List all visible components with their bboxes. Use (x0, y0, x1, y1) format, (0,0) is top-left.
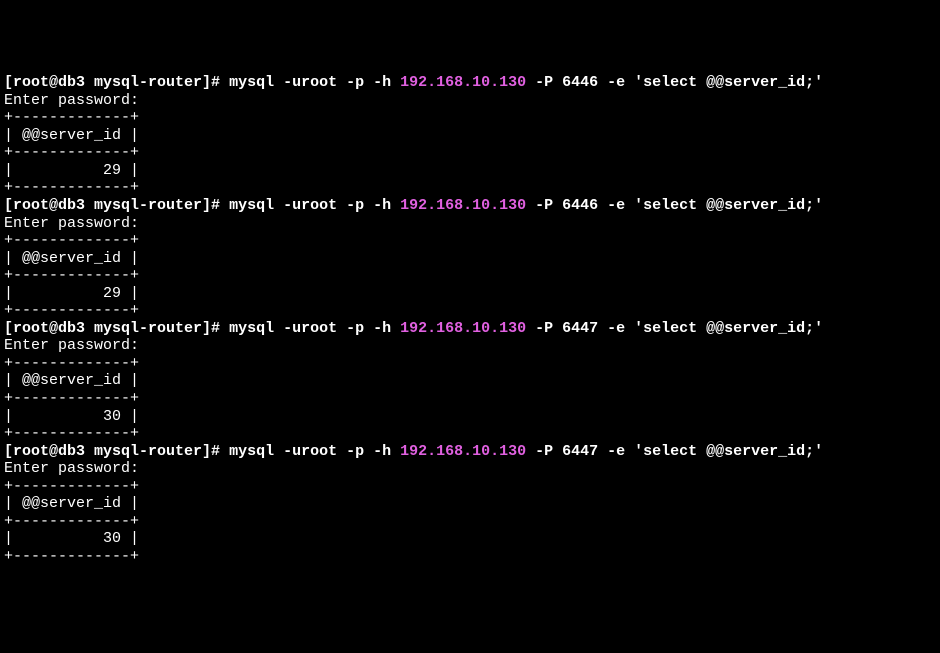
table-border: +-------------+ (4, 513, 139, 530)
ip-address: 192.168.10.130 (400, 320, 526, 337)
terminal-output: [root@db3 mysql-router]# mysql -uroot -p… (4, 74, 936, 565)
cmd-before-ip: mysql -uroot -p -h (229, 197, 400, 214)
ip-address: 192.168.10.130 (400, 197, 526, 214)
table-border: +-------------+ (4, 232, 139, 249)
table-border: +-------------+ (4, 267, 139, 284)
password-prompt: Enter password: (4, 337, 139, 354)
prompt-user-host: root@db3 mysql-router (13, 74, 202, 91)
table-value: | 30 | (4, 408, 139, 425)
prompt-close: ]# (202, 320, 229, 337)
table-border: +-------------+ (4, 355, 139, 372)
cmd-before-ip: mysql -uroot -p -h (229, 443, 400, 460)
table-border: +-------------+ (4, 302, 139, 319)
cmd-before-ip: mysql -uroot -p -h (229, 320, 400, 337)
block-2: [root@db3 mysql-router]# mysql -uroot -p… (4, 320, 823, 442)
prompt-close: ]# (202, 74, 229, 91)
prompt-close: ]# (202, 197, 229, 214)
prompt-open: [ (4, 320, 13, 337)
table-border: +-------------+ (4, 390, 139, 407)
prompt-user-host: root@db3 mysql-router (13, 320, 202, 337)
table-header: | @@server_id | (4, 495, 139, 512)
table-header: | @@server_id | (4, 250, 139, 267)
prompt-open: [ (4, 197, 13, 214)
block-3: [root@db3 mysql-router]# mysql -uroot -p… (4, 443, 823, 565)
block-1: [root@db3 mysql-router]# mysql -uroot -p… (4, 197, 823, 319)
cmd-before-ip: mysql -uroot -p -h (229, 74, 400, 91)
table-header: | @@server_id | (4, 127, 139, 144)
cmd-after-ip: -P 6447 -e 'select @@server_id;' (526, 320, 823, 337)
table-value: | 30 | (4, 530, 139, 547)
cmd-after-ip: -P 6446 -e 'select @@server_id;' (526, 197, 823, 214)
cmd-after-ip: -P 6447 -e 'select @@server_id;' (526, 443, 823, 460)
table-header: | @@server_id | (4, 372, 139, 389)
table-value: | 29 | (4, 285, 139, 302)
table-border: +-------------+ (4, 144, 139, 161)
password-prompt: Enter password: (4, 460, 139, 477)
prompt-open: [ (4, 443, 13, 460)
cmd-after-ip: -P 6446 -e 'select @@server_id;' (526, 74, 823, 91)
table-border: +-------------+ (4, 548, 139, 565)
password-prompt: Enter password: (4, 215, 139, 232)
block-0: [root@db3 mysql-router]# mysql -uroot -p… (4, 74, 823, 196)
ip-address: 192.168.10.130 (400, 443, 526, 460)
prompt-user-host: root@db3 mysql-router (13, 197, 202, 214)
table-border: +-------------+ (4, 478, 139, 495)
password-prompt: Enter password: (4, 92, 139, 109)
table-value: | 29 | (4, 162, 139, 179)
prompt-open: [ (4, 74, 13, 91)
table-border: +-------------+ (4, 109, 139, 126)
table-border: +-------------+ (4, 179, 139, 196)
prompt-user-host: root@db3 mysql-router (13, 443, 202, 460)
table-border: +-------------+ (4, 425, 139, 442)
ip-address: 192.168.10.130 (400, 74, 526, 91)
prompt-close: ]# (202, 443, 229, 460)
